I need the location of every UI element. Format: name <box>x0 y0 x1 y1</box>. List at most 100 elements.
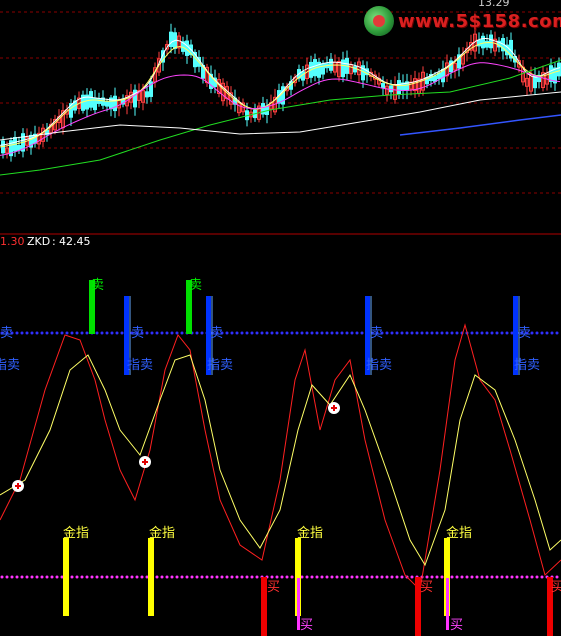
candlestick <box>185 40 189 56</box>
reference-dot-magenta <box>465 575 469 579</box>
reference-dot-magenta <box>165 575 169 579</box>
buy-signal-label: 买 <box>450 618 464 633</box>
reference-dot-magenta <box>115 575 119 579</box>
reference-dot-blue <box>80 331 84 335</box>
reference-dot-magenta <box>100 575 104 579</box>
candlestick <box>557 62 561 77</box>
reference-dot-magenta <box>105 575 109 579</box>
reference-dot-magenta <box>5 575 9 579</box>
reference-dot-blue <box>270 331 274 335</box>
reference-dot-blue <box>235 331 239 335</box>
index-sell-signal-label: 指卖 <box>0 358 21 373</box>
reference-dot-magenta <box>520 575 524 579</box>
reference-dot-magenta <box>290 575 294 579</box>
reference-dot-magenta <box>500 575 504 579</box>
reference-dot-magenta <box>135 575 139 579</box>
reference-dot-blue <box>475 331 479 335</box>
reference-dot-blue <box>485 331 489 335</box>
reference-dot-magenta <box>55 575 59 579</box>
reference-dot-blue <box>245 331 249 335</box>
reference-dot-magenta <box>130 575 134 579</box>
candlestick <box>145 91 149 98</box>
buy-signal-label: 买 <box>551 580 561 595</box>
sell-signal-label: 卖 <box>370 326 384 341</box>
reference-dot-magenta <box>375 575 379 579</box>
reference-dot-magenta <box>395 575 399 579</box>
reference-dot-blue <box>345 331 349 335</box>
reference-dot-magenta <box>440 575 444 579</box>
reference-dot-magenta <box>515 575 519 579</box>
index-sell-signal-label: 指卖 <box>127 358 154 373</box>
reference-dot-magenta <box>340 575 344 579</box>
candlestick <box>17 145 21 151</box>
sell-signal-label: 卖 <box>189 278 203 293</box>
reference-dot-blue <box>195 331 199 335</box>
reference-dot-blue <box>455 331 459 335</box>
reference-dot-magenta <box>175 575 179 579</box>
reference-dot-magenta <box>495 575 499 579</box>
sell-signal-label: 卖 <box>210 326 224 341</box>
reference-dot-magenta <box>510 575 514 579</box>
reference-dot-magenta <box>85 575 89 579</box>
reference-dot-blue <box>180 331 184 335</box>
reference-dot-blue <box>470 331 474 335</box>
candlestick <box>105 101 109 107</box>
reference-dot-magenta <box>370 575 374 579</box>
buy-signal-label: 买 <box>420 580 434 595</box>
reference-dot-blue <box>335 331 339 335</box>
reference-dot-blue <box>505 331 509 335</box>
reference-dot-blue <box>65 331 69 335</box>
reference-dot-magenta <box>70 575 74 579</box>
reference-dot-magenta <box>530 575 534 579</box>
reference-dot-magenta <box>220 575 224 579</box>
reference-dot-blue <box>445 331 449 335</box>
reference-dot-magenta <box>15 575 19 579</box>
reference-dot-blue <box>160 331 164 335</box>
reference-dot-magenta <box>170 575 174 579</box>
reference-dot-blue <box>95 331 99 335</box>
stock-chart-window: www.5$158.com 13.29 1.30 ZKD : 42.45 卖 卖… <box>0 0 561 636</box>
reference-dot-magenta <box>435 575 439 579</box>
reference-dot-blue <box>250 331 254 335</box>
reference-dot-magenta <box>180 575 184 579</box>
price-high-label: 13.29 <box>478 0 510 9</box>
reference-dot-magenta <box>0 575 4 579</box>
reference-dot-blue <box>280 331 284 335</box>
reference-dot-blue <box>285 331 289 335</box>
reference-dot-blue <box>120 331 124 335</box>
reference-dot-blue <box>420 331 424 335</box>
reference-dot-blue <box>85 331 89 335</box>
reference-dot-blue <box>60 331 64 335</box>
reference-dot-magenta <box>410 575 414 579</box>
reference-dot-blue <box>300 331 304 335</box>
gold-index-bar <box>63 538 69 616</box>
reference-dot-magenta <box>160 575 164 579</box>
reference-dot-blue <box>310 331 314 335</box>
buy-signal-label: 买 <box>267 580 281 595</box>
reference-dot-magenta <box>200 575 204 579</box>
reference-dot-magenta <box>245 575 249 579</box>
reference-dot-magenta <box>485 575 489 579</box>
reference-dot-magenta <box>335 575 339 579</box>
reference-dot-blue <box>540 331 544 335</box>
reference-dot-magenta <box>325 575 329 579</box>
reference-dot-magenta <box>460 575 464 579</box>
reference-dot-blue <box>225 331 229 335</box>
reference-dot-magenta <box>480 575 484 579</box>
indicator-value: 42.45 <box>59 235 91 248</box>
reference-dot-blue <box>275 331 279 335</box>
reference-dot-blue <box>75 331 79 335</box>
reference-dot-magenta <box>255 575 259 579</box>
reference-dot-magenta <box>185 575 189 579</box>
reference-dot-magenta <box>120 575 124 579</box>
reference-dot-magenta <box>235 575 239 579</box>
reference-dot-magenta <box>155 575 159 579</box>
reference-dot-blue <box>150 331 154 335</box>
reference-dot-blue <box>320 331 324 335</box>
reference-dot-magenta <box>455 575 459 579</box>
indicator-value-prefix: 1.30 <box>0 235 25 248</box>
reference-dot-blue <box>535 331 539 335</box>
reference-dot-magenta <box>400 575 404 579</box>
reference-dot-magenta <box>350 575 354 579</box>
reference-dot-blue <box>415 331 419 335</box>
